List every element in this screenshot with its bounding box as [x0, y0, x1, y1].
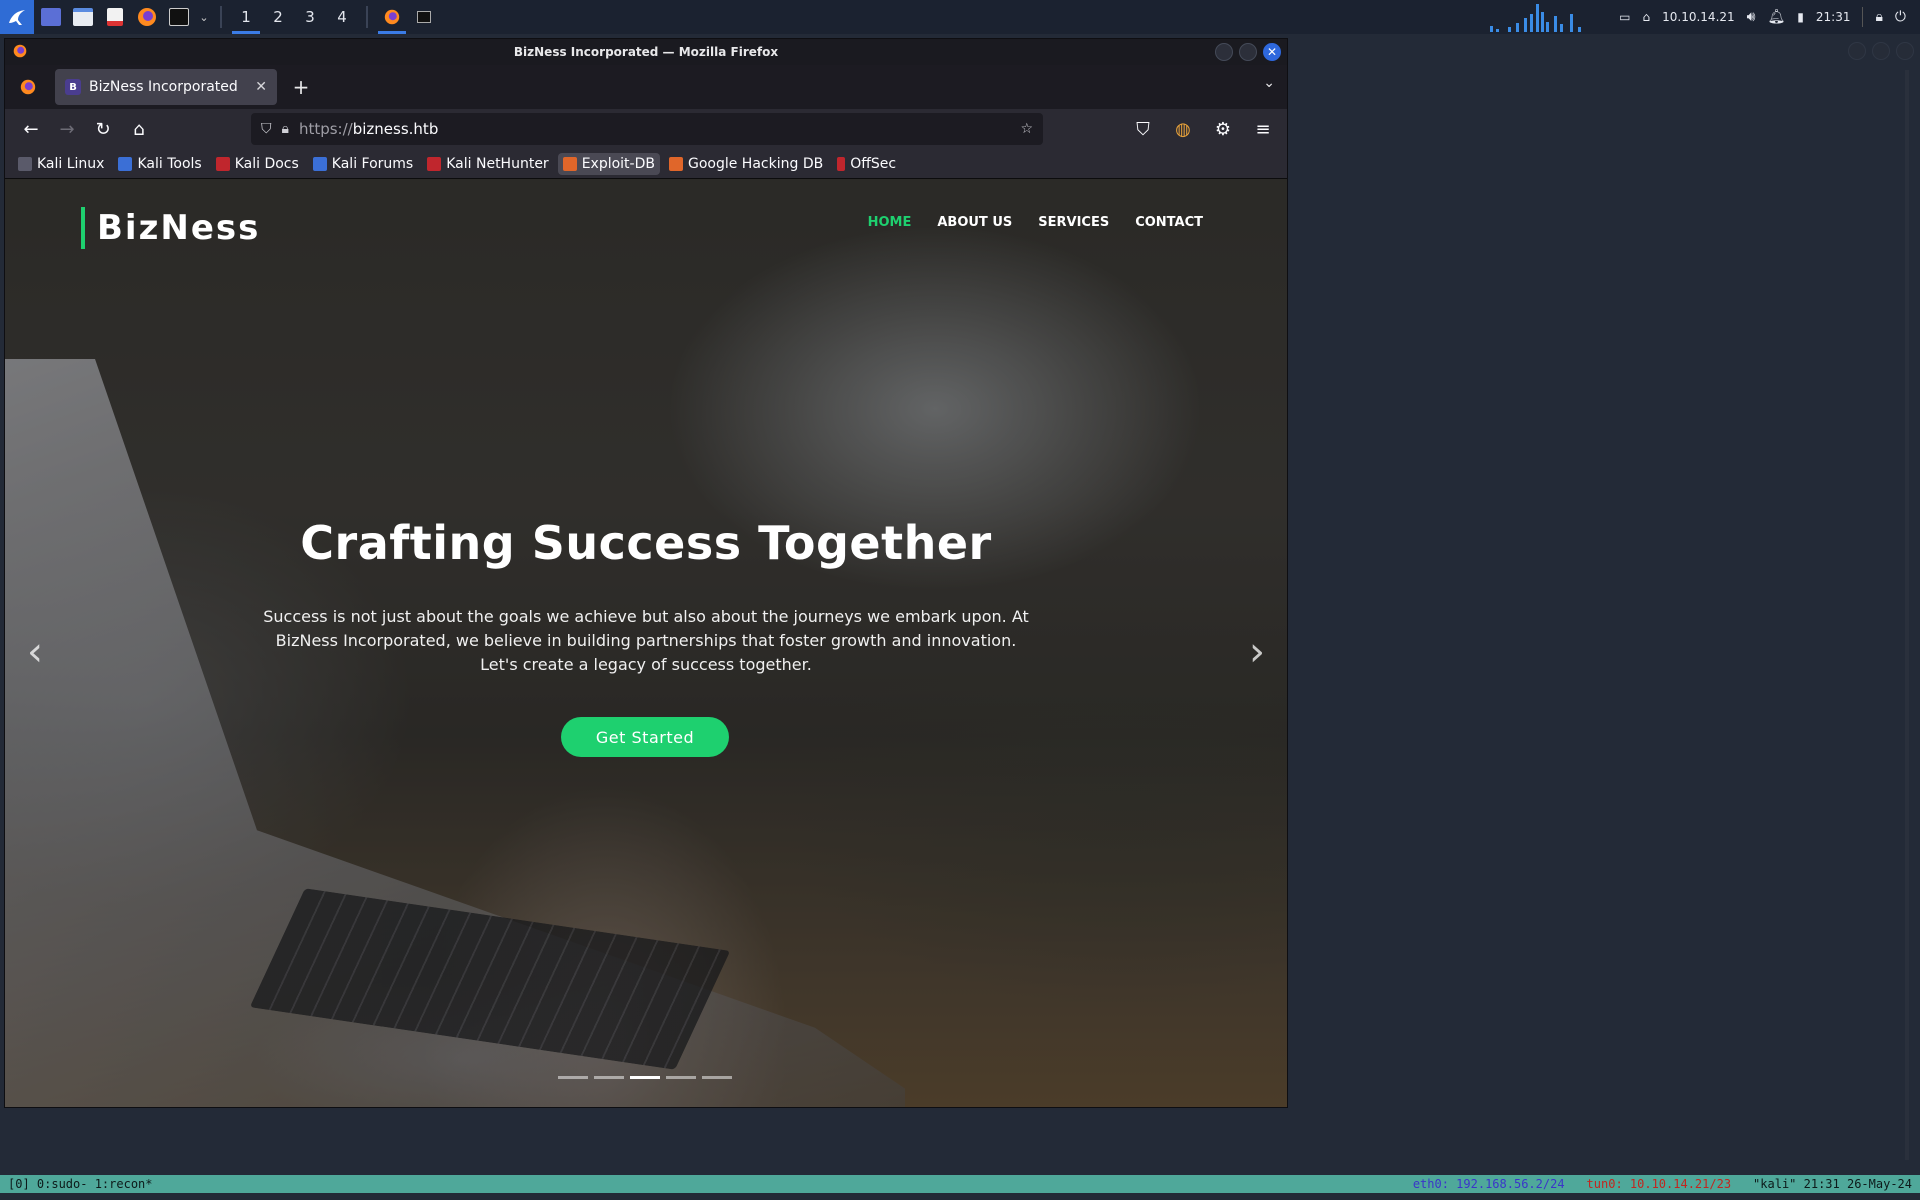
ghdb-icon: [668, 156, 683, 171]
tmux-windows: [0] 0:sudo- 1:recon*: [8, 1177, 153, 1191]
tab-bar: B BizNess Incorporated ✕ + ⌄: [5, 65, 1287, 109]
lock-icon[interactable]: 🔒︎: [282, 121, 289, 137]
bookmark-kali-docs[interactable]: Kali Docs: [211, 153, 304, 175]
home-button[interactable]: ⌂: [121, 113, 157, 145]
carousel-indicator-active[interactable]: [630, 1076, 660, 1079]
window-title: BizNess Incorporated — Mozilla Firefox: [513, 45, 779, 59]
exploit-db-icon: [562, 156, 577, 171]
carousel-indicator[interactable]: [702, 1076, 732, 1079]
battery-icon: ▮: [1797, 10, 1804, 24]
shield-icon[interactable]: ⛉: [261, 121, 272, 137]
list-tabs-chevron-icon[interactable]: ⌄: [1263, 75, 1275, 91]
back-button[interactable]: ←: [13, 113, 49, 145]
panel-separator: [1862, 7, 1864, 27]
url-text[interactable]: https://bizness.htb: [299, 120, 1020, 138]
taskbar-firefox[interactable]: [376, 0, 408, 34]
kali-forums-icon: [312, 156, 327, 171]
carousel-prev-icon[interactable]: ‹: [27, 629, 43, 675]
top-panel: ⌄ 1 2 3 4 ▭ ⌂ 10.10.14.21 🔊︎ 🔔︎ ▮ 21:31 …: [0, 0, 1920, 34]
bookmarks-toolbar: Kali Linux Kali Tools Kali Docs Kali For…: [5, 149, 1287, 179]
url-bar[interactable]: ⛉ 🔒︎ https://bizness.htb ☆: [251, 113, 1043, 145]
firefox-window: BizNess Incorporated — Mozilla Firefox ✕…: [4, 38, 1288, 1108]
file-manager-icon[interactable]: [68, 0, 98, 34]
close-tab-icon[interactable]: ✕: [255, 79, 267, 95]
bookmark-kali-linux[interactable]: Kali Linux: [13, 153, 109, 175]
bookmark-exploit-db[interactable]: Exploit-DB: [557, 152, 660, 175]
workspace-1[interactable]: 1: [230, 0, 262, 34]
background-window-controls: [1848, 42, 1914, 60]
tmux-host-time: "kali" 21:31 26-May-24: [1753, 1177, 1912, 1191]
workspace-4[interactable]: 4: [326, 0, 358, 34]
hero-title: Crafting Success Together: [300, 516, 992, 570]
bookmark-star-icon[interactable]: ☆: [1020, 121, 1033, 137]
notification-bell-icon[interactable]: 🔔︎: [1767, 9, 1785, 25]
hero-carousel: Crafting Success Together Success is not…: [5, 179, 1287, 1107]
tab-favicon: B: [65, 79, 81, 95]
close-window-button[interactable]: ✕: [1263, 43, 1281, 61]
tab-bizness[interactable]: B BizNess Incorporated ✕: [55, 69, 277, 105]
offsec-icon: [837, 156, 846, 171]
reload-button[interactable]: ↻: [85, 113, 121, 145]
vpn-icon: ⌂: [1642, 10, 1651, 24]
carousel-indicator[interactable]: [594, 1076, 624, 1079]
foxyproxy-icon[interactable]: ◍: [1165, 113, 1201, 145]
navigation-toolbar: ← → ↻ ⌂ ⛉ 🔒︎ https://bizness.htb ☆ ⛉ ◍ ⚙…: [5, 109, 1287, 149]
web-content: BizNess HOME ABOUT US SERVICES CONTACT C…: [5, 179, 1287, 1107]
terminal-launcher-icon[interactable]: [164, 0, 194, 34]
network-graph: [1486, 2, 1591, 32]
volume-icon[interactable]: 🔊︎: [1747, 9, 1756, 25]
tmux-tun0: tun0: 10.10.14.21/23: [1586, 1177, 1732, 1191]
hero-text: Success is not just about the goals we a…: [263, 607, 1029, 674]
window-titlebar[interactable]: BizNess Incorporated — Mozilla Firefox ✕: [5, 39, 1287, 65]
lock-icon[interactable]: 🔒︎: [1875, 9, 1882, 25]
carousel-indicator[interactable]: [666, 1076, 696, 1079]
firefox-view-icon[interactable]: [5, 79, 51, 95]
chevron-down-icon[interactable]: ⌄: [196, 0, 212, 34]
extensions-icon[interactable]: ⚙: [1205, 113, 1241, 145]
get-started-button[interactable]: Get Started: [561, 717, 729, 757]
carousel-next-icon[interactable]: ›: [1249, 629, 1265, 675]
maximize-button[interactable]: [1239, 43, 1257, 61]
taskbar-terminal[interactable]: [408, 0, 440, 34]
screen-icon[interactable]: ▭: [1619, 10, 1630, 24]
tmux-status-bar: [0] 0:sudo- 1:recon* eth0: 192.168.56.2/…: [0, 1175, 1920, 1193]
carousel-indicators: [558, 1076, 732, 1079]
bookmark-kali-forums[interactable]: Kali Forums: [308, 153, 418, 175]
panel-separator: [220, 6, 222, 28]
tab-title: BizNess Incorporated: [89, 79, 238, 95]
bookmark-kali-nethunter[interactable]: Kali NetHunter: [422, 153, 553, 175]
ip-address: 10.10.14.21: [1662, 10, 1735, 24]
show-desktop-icon[interactable]: [36, 0, 66, 34]
minimize-button[interactable]: [1215, 43, 1233, 61]
carousel-indicator[interactable]: [558, 1076, 588, 1079]
kali-tools-icon: [118, 156, 133, 171]
forward-button[interactable]: →: [49, 113, 85, 145]
workspace-2[interactable]: 2: [262, 0, 294, 34]
bookmark-kali-tools[interactable]: Kali Tools: [113, 153, 206, 175]
text-editor-icon[interactable]: [100, 0, 130, 34]
tmux-eth0: eth0: 192.168.56.2/24: [1412, 1177, 1565, 1191]
app-menu-icon[interactable]: ≡: [1245, 113, 1281, 145]
kali-nethunter-icon: [427, 156, 442, 171]
pocket-icon[interactable]: ⛉: [1125, 113, 1161, 145]
firefox-icon: [13, 44, 27, 61]
new-tab-button[interactable]: +: [283, 75, 319, 99]
workspace-3[interactable]: 3: [294, 0, 326, 34]
bookmark-offsec[interactable]: OffSec: [832, 153, 901, 175]
bookmark-google-hacking-db[interactable]: Google Hacking DB: [664, 153, 828, 175]
background-scrollbar: [1905, 70, 1909, 1160]
panel-separator: [366, 6, 368, 28]
kali-docs-icon: [215, 156, 230, 171]
kali-menu-icon[interactable]: [0, 0, 34, 34]
clock: 21:31: [1815, 10, 1851, 24]
power-icon[interactable]: ⏻: [1895, 9, 1906, 25]
firefox-launcher-icon[interactable]: [132, 0, 162, 34]
kali-linux-icon: [18, 156, 32, 171]
